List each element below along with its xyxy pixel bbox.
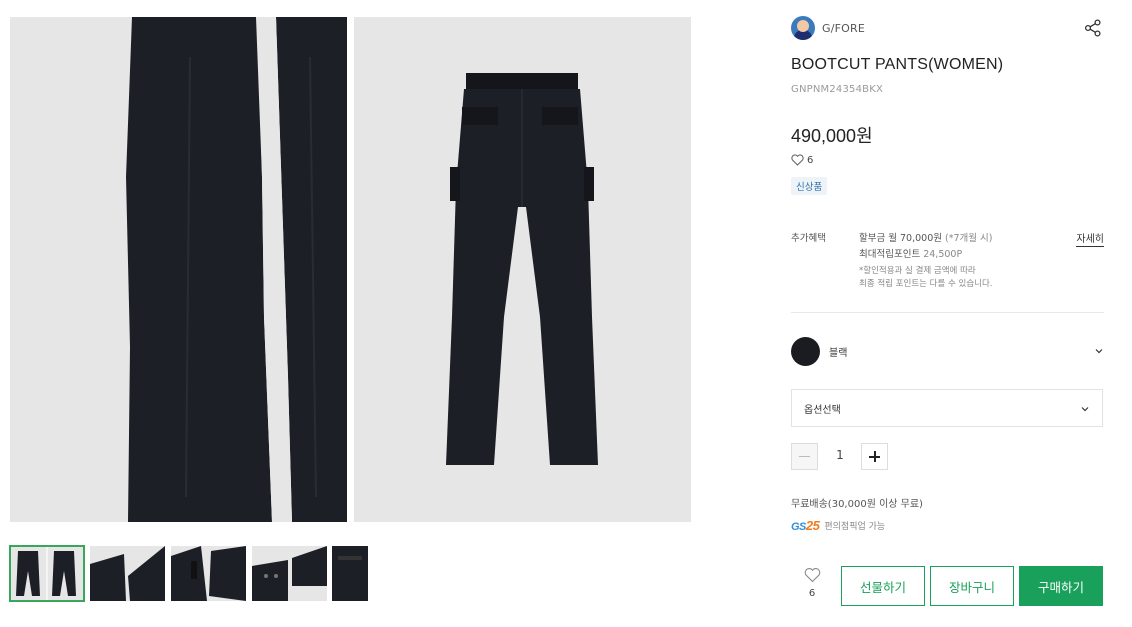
- likes-count-row: 6: [791, 154, 813, 166]
- brand-row[interactable]: G/FORE: [791, 16, 865, 40]
- chevron-down-icon: [1081, 407, 1089, 412]
- brand-logo[interactable]: [791, 16, 815, 40]
- benefit-section: 추가혜택 할부금 월 70,000원 (*7개월 시) 최대적립포인트 24,5…: [791, 230, 1104, 292]
- thumbnail-2[interactable]: [90, 546, 165, 601]
- option-select-label: 옵션선택: [804, 405, 841, 416]
- installment-note: (*7개월 시): [945, 233, 993, 244]
- thumbnail-3[interactable]: [171, 546, 246, 601]
- heart-icon: [804, 568, 820, 583]
- quantity-increase-button[interactable]: [861, 443, 888, 470]
- installment-info: 할부금 월 70,000원 (*7개월 시): [859, 230, 992, 244]
- color-selector[interactable]: 블랙: [791, 336, 1104, 366]
- buy-now-button[interactable]: 구매하기: [1019, 566, 1103, 606]
- quantity-value[interactable]: 1: [827, 448, 853, 462]
- quantity-stepper: 1: [791, 443, 889, 470]
- heart-icon: [791, 154, 804, 166]
- new-item-badge: 신상품: [791, 177, 828, 195]
- add-to-cart-button[interactable]: 장바구니: [930, 566, 1014, 606]
- benefit-details-link[interactable]: 자세히: [1076, 230, 1104, 247]
- benefit-note-line-1: *할인적용과 실 결제 금액에 따라: [859, 266, 976, 276]
- minus-icon: [799, 456, 810, 457]
- chevron-down-icon[interactable]: [1094, 346, 1104, 356]
- gs25-pickup-info: GS25 편의점픽업 가능: [791, 518, 885, 533]
- main-image-front-closeup[interactable]: [10, 17, 347, 522]
- quantity-decrease-button[interactable]: [791, 443, 818, 470]
- thumbnail-4-graphic: [252, 546, 327, 601]
- main-image-back-full[interactable]: [354, 17, 691, 522]
- points-info: 최대적립포인트 24,500P: [859, 246, 962, 260]
- product-gallery: [10, 17, 691, 522]
- thumbnail-5[interactable]: [332, 546, 368, 601]
- thumbnail-5-graphic: [332, 546, 368, 601]
- share-icon[interactable]: [1084, 19, 1102, 37]
- installment-text: 할부금 월 70,000원: [859, 233, 942, 244]
- gs25-logo: GS25: [791, 518, 820, 533]
- product-price: 490,000원: [791, 126, 873, 146]
- wishlist-button[interactable]: 6: [801, 568, 823, 599]
- option-select-dropdown[interactable]: 옵션선택: [791, 389, 1103, 427]
- gs25-logo-number: 25: [805, 518, 820, 533]
- product-info-panel: G/FORE BOOTCUT PANTS(WOMEN) GNPNM24354BK…: [791, 0, 1104, 627]
- product-sku: GNPNM24354BKX: [791, 84, 884, 95]
- thumbnail-2-graphic: [90, 546, 165, 601]
- shipping-info: 무료배송(30,000원 이상 무료): [791, 499, 923, 510]
- thumbnail-strip: [9, 545, 380, 602]
- thumbnail-3-graphic: [171, 546, 246, 601]
- benefit-note: *할인적용과 실 결제 금액에 따라 최종 적립 포인트는 다를 수 있습니다.: [859, 265, 993, 291]
- benefit-note-line-2: 최종 적립 포인트는 다를 수 있습니다.: [859, 279, 993, 289]
- benefit-label: 추가혜택: [791, 233, 826, 244]
- points-label: 최대적립포인트: [859, 249, 921, 260]
- plus-icon-vertical: [874, 451, 876, 462]
- gs25-pickup-text: 편의점픽업 가능: [824, 522, 886, 532]
- product-title: BOOTCUT PANTS(WOMEN): [791, 56, 1004, 73]
- color-swatch-black[interactable]: [791, 336, 820, 366]
- likes-count: 6: [807, 154, 814, 166]
- gs25-logo-prefix: GS: [791, 521, 806, 533]
- gift-button[interactable]: 선물하기: [841, 566, 925, 606]
- thumbnail-1[interactable]: [9, 545, 85, 602]
- brand-name[interactable]: G/FORE: [822, 22, 865, 35]
- thumbnail-4[interactable]: [252, 546, 327, 601]
- divider: [791, 312, 1104, 313]
- color-name: 블랙: [829, 347, 848, 359]
- points-value: 24,500P: [923, 249, 963, 260]
- thumbnail-1-graphic: [10, 546, 84, 601]
- pants-back-graphic: [354, 17, 691, 522]
- pants-closeup-graphic: [10, 17, 347, 522]
- wishlist-count: 6: [808, 588, 816, 599]
